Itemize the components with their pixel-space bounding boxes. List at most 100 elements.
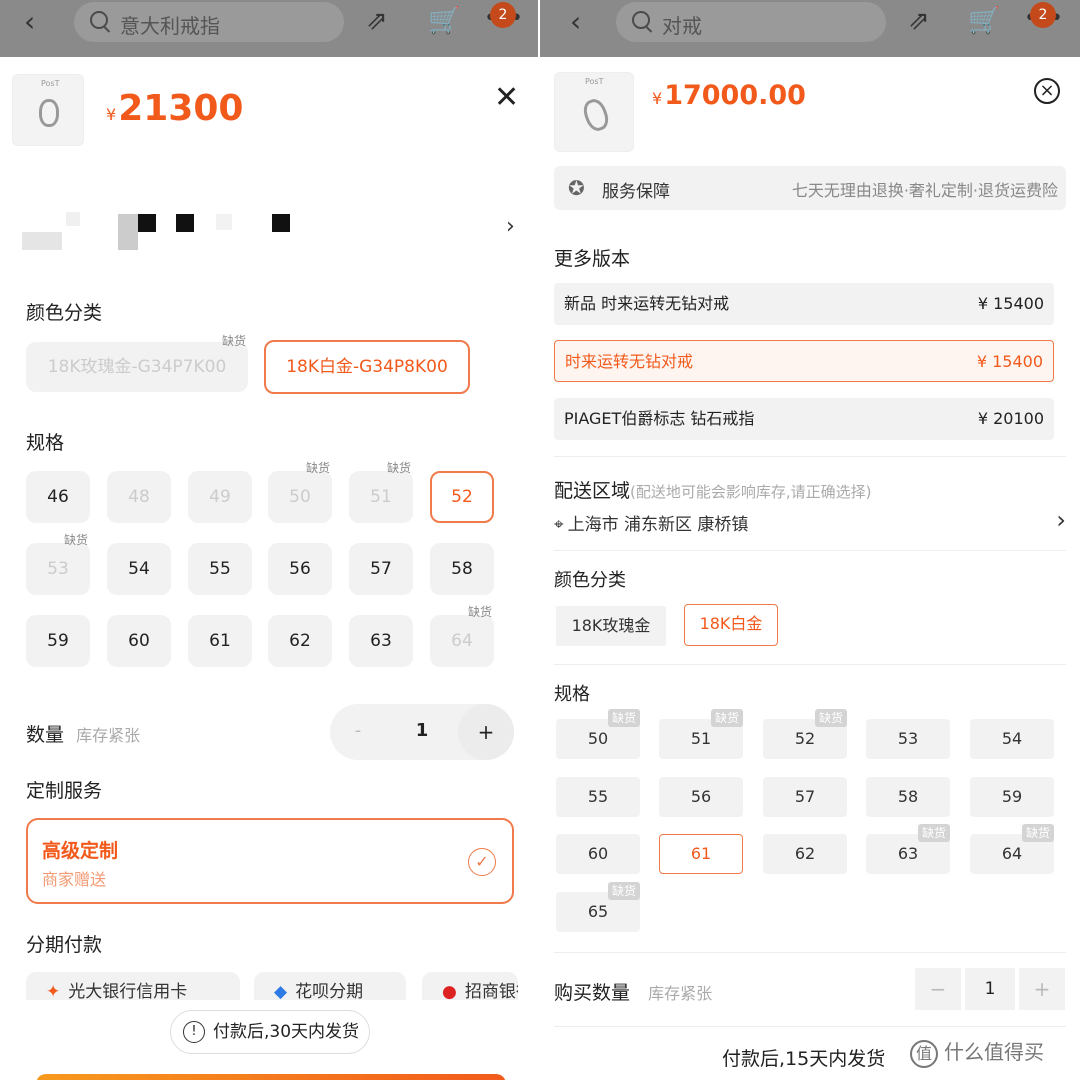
quantity-minus-button[interactable]: −	[915, 968, 961, 1010]
size-option[interactable]: 55	[556, 777, 640, 817]
size-option[interactable]: 57	[763, 777, 847, 817]
quantity-plus-button[interactable]: +	[1019, 968, 1065, 1010]
size-option[interactable]: 59	[26, 615, 90, 667]
chevron-right-icon[interactable]: ›	[506, 214, 515, 239]
size-option[interactable]: 58	[866, 777, 950, 817]
out-of-stock-tag: 缺货	[387, 461, 412, 475]
huabei-logo-icon: ◆	[274, 982, 288, 1002]
left-sku-panel: ‹ 意大利戒指 ⇗ 🛒 ••• 2 PosT ¥21300 ✕ › 颜色分类 1…	[0, 0, 540, 1080]
search-icon	[90, 11, 108, 29]
size-option[interactable]: 56	[268, 543, 332, 595]
cmb-logo-icon: ●	[442, 982, 457, 1002]
stock-hint: 库存紧张	[648, 984, 713, 1003]
shipping-notice: ! 付款后,30天内发货	[170, 1010, 370, 1054]
back-chevron-icon[interactable]: ‹	[570, 8, 581, 36]
currency-symbol: ¥	[652, 89, 663, 108]
size-option[interactable]: 49	[188, 471, 252, 523]
product-thumbnail: PosT	[554, 72, 634, 152]
thumbnail-label: PosT	[41, 79, 60, 88]
quantity-stepper: − 1 +	[915, 968, 1065, 1010]
size-option[interactable]: 59	[970, 777, 1054, 817]
quantity-minus-button[interactable]: -	[330, 720, 386, 741]
delivery-address-row[interactable]: ⌖ 上海市 浦东新区 康桥镇 ›	[554, 506, 1066, 540]
color-section-title: 颜色分类	[554, 570, 626, 591]
search-text: 意大利戒指	[120, 14, 220, 38]
color-option-rose-gold[interactable]: 18K玫瑰金	[556, 606, 666, 646]
product-price: ¥21300	[106, 88, 243, 129]
size-option[interactable]: 48	[107, 471, 171, 523]
quantity-label: 数量 库存紧张	[26, 720, 140, 747]
color-section-title: 颜色分类	[26, 302, 103, 324]
out-of-stock-tag: 缺货	[1022, 824, 1055, 842]
quantity-value[interactable]: 1	[965, 968, 1015, 1010]
quantity-plus-button[interactable]: +	[458, 704, 514, 760]
divider	[554, 1026, 1066, 1027]
version-option-selected[interactable]: 时来运转无钻对戒 ¥ 15400	[554, 340, 1054, 382]
color-option-white-gold[interactable]: 18K白金	[684, 604, 778, 646]
service-subtitle: 商家赠送	[42, 870, 107, 889]
delivery-address: 上海市 浦东新区 康桥镇	[567, 515, 749, 535]
out-of-stock-tag: 缺货	[222, 334, 247, 348]
quantity-value[interactable]: 1	[394, 720, 450, 741]
exclamation-icon: !	[183, 1021, 205, 1043]
top-bar: ‹ 对戒 ⇗ 🛒 ••• 2	[540, 0, 1080, 57]
back-chevron-icon[interactable]: ‹	[24, 8, 35, 36]
buy-button-bar[interactable]	[36, 1074, 506, 1080]
versions-title: 更多版本	[554, 248, 631, 270]
thumbnail-label: PosT	[585, 77, 604, 86]
currency-symbol: ¥	[106, 105, 117, 124]
size-option[interactable]: 46	[26, 471, 90, 523]
size-option[interactable]: 57	[349, 543, 413, 595]
size-option[interactable]: 52	[430, 471, 494, 523]
size-option[interactable]: 55	[188, 543, 252, 595]
size-option[interactable]: 54	[107, 543, 171, 595]
version-option[interactable]: PIAGET伯爵标志 钻石戒指 ¥ 20100	[554, 398, 1054, 440]
divider	[554, 550, 1066, 551]
out-of-stock-tag: 缺货	[608, 709, 641, 727]
size-option[interactable]: 60	[107, 615, 171, 667]
size-option[interactable]: 61	[659, 834, 743, 874]
search-input[interactable]: 对戒	[616, 2, 886, 42]
size-option[interactable]: 64	[430, 615, 494, 667]
guarantee-description: 七天无理由退换·奢礼定制·退货运费险	[791, 181, 1058, 200]
close-icon[interactable]: ✕	[494, 80, 519, 115]
share-icon[interactable]: ⇗	[366, 6, 388, 36]
size-option[interactable]: 53	[26, 543, 90, 595]
size-option[interactable]: 53	[866, 719, 950, 759]
size-option[interactable]: 63	[349, 615, 413, 667]
size-section-title: 规格	[26, 432, 65, 454]
right-sku-panel: ‹ 对戒 ⇗ 🛒 ••• 2 PosT ¥17000.00 × ✪ 服务保障 七…	[540, 0, 1080, 1080]
size-option[interactable]: 62	[763, 834, 847, 874]
size-option[interactable]: 56	[659, 777, 743, 817]
size-option[interactable]: 50	[268, 471, 332, 523]
service-guarantee-bar[interactable]: ✪ 服务保障 七天无理由退换·奢礼定制·退货运费险	[554, 166, 1066, 210]
price-value: 17000.00	[664, 80, 806, 111]
size-option[interactable]: 61	[188, 615, 252, 667]
ring-image	[580, 96, 612, 134]
search-icon	[632, 11, 650, 29]
color-option-rose-gold[interactable]: 18K玫瑰金-G34P7K00	[26, 342, 248, 392]
quantity-title: 购买数量	[554, 982, 631, 1004]
size-option[interactable]: 51	[349, 471, 413, 523]
color-option-white-gold[interactable]: 18K白金-G34P8K00	[264, 340, 470, 394]
guarantee-title: 服务保障	[602, 182, 670, 202]
close-icon[interactable]: ×	[1034, 78, 1060, 104]
installment-title: 分期付款	[26, 934, 103, 956]
ring-image	[39, 99, 59, 127]
cart-icon[interactable]: 🛒	[428, 6, 460, 36]
delivery-title: 配送区域	[554, 480, 631, 502]
size-option[interactable]: 54	[970, 719, 1054, 759]
size-option[interactable]: 58	[430, 543, 494, 595]
cart-icon[interactable]: 🛒	[968, 6, 1000, 36]
size-section-title: 规格	[554, 684, 590, 705]
share-icon[interactable]: ⇗	[908, 6, 930, 36]
size-option[interactable]: 62	[268, 615, 332, 667]
version-option[interactable]: 新品 时来运转无钻对戒 ¥ 15400	[554, 283, 1054, 325]
custom-service-option[interactable]: 高级定制 商家赠送 ✓	[26, 818, 514, 904]
size-option[interactable]: 60	[556, 834, 640, 874]
watermark-text: 什么值得买	[944, 1040, 1044, 1064]
bank-logo-icon: ✦	[46, 982, 61, 1002]
search-input[interactable]: 意大利戒指	[74, 2, 344, 42]
delivery-hint: (配送地可能会影响库存,请正确选择)	[630, 483, 872, 501]
check-circle-icon: ✓	[468, 848, 496, 876]
